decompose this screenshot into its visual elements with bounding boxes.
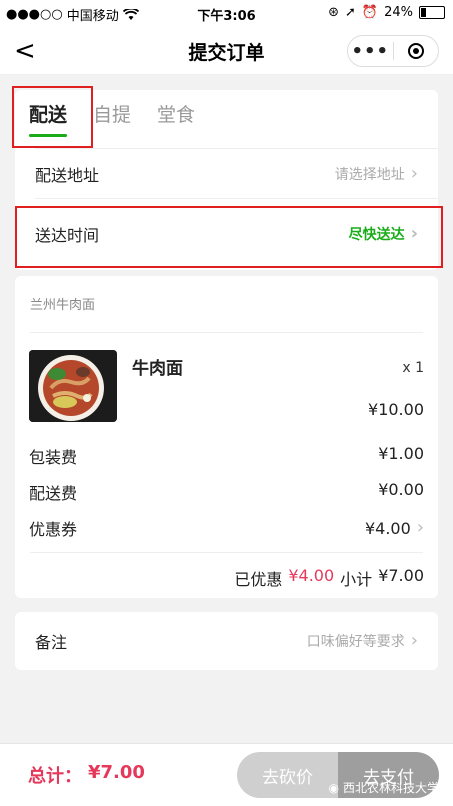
- menu-capsule: •••: [347, 35, 439, 67]
- battery-percent: 24%: [384, 5, 413, 20]
- divider: [30, 552, 423, 553]
- target-icon: [407, 43, 424, 59]
- remark-card: 备注 口味偏好等要求 ›: [15, 612, 438, 670]
- divider: [35, 198, 438, 199]
- coupon-row[interactable]: 优惠券 ¥4.00 ›: [29, 516, 424, 540]
- wechat-logo-icon: ◉: [328, 780, 339, 795]
- coupon-label: 优惠券: [29, 520, 78, 539]
- chevron-right-icon: ›: [416, 517, 424, 538]
- tab-dine-in[interactable]: 堂食: [157, 100, 195, 137]
- discount-amount: ¥4.00: [288, 566, 335, 585]
- delivery-fee-row: 配送费 ¥0.00: [29, 480, 424, 504]
- tab-pickup[interactable]: 自提: [93, 100, 131, 137]
- subtotal-amount: ¥7.00: [378, 566, 424, 585]
- remark-value: 口味偏好等要求 ›: [307, 631, 418, 651]
- checkout-bar: 总计： ¥7.00 去砍价 去支付 ◉ 西北农林科技大学: [0, 743, 453, 806]
- close-miniprogram-button[interactable]: [394, 43, 439, 59]
- order-summary: 已优惠 ¥4.00 小计 ¥7.00: [234, 566, 424, 590]
- status-bar: ●●●○○ 中国移动 下午3:06 ⊛ ➚ ⏰ 24%: [0, 0, 453, 26]
- delivery-time-text: 尽快送达: [348, 227, 405, 243]
- address-row[interactable]: 配送地址 请选择地址 ›: [35, 162, 418, 186]
- item-name: 牛肉面: [132, 359, 183, 379]
- chevron-right-icon: ›: [410, 630, 418, 651]
- divider: [30, 332, 423, 333]
- packaging-fee-label: 包装费: [29, 448, 78, 467]
- rotation-lock-icon: ⊛: [328, 5, 339, 20]
- watermark: ◉ 西北农林科技大学: [329, 779, 440, 796]
- product-image: [29, 350, 117, 422]
- more-menu-button[interactable]: •••: [348, 41, 393, 62]
- shop-name: 兰州牛肉面: [30, 298, 96, 313]
- order-total: 总计： ¥7.00: [28, 762, 145, 788]
- delivery-time-row[interactable]: 送达时间 尽快送达 ›: [35, 222, 418, 246]
- battery-icon: [419, 6, 445, 19]
- subtotal-label: 小计: [340, 570, 373, 589]
- tab-delivery[interactable]: 配送: [29, 100, 68, 137]
- delivery-fee-amount: ¥0.00: [378, 480, 424, 499]
- delivery-mode-tabs: 配送 自提 堂食: [29, 100, 195, 137]
- delivery-time-value: 尽快送达 ›: [349, 224, 418, 244]
- remark-placeholder: 口味偏好等要求: [306, 634, 405, 650]
- packaging-fee-amount: ¥1.00: [378, 444, 424, 463]
- address-label: 配送地址: [35, 166, 100, 185]
- delivery-fee-label: 配送费: [29, 484, 78, 503]
- coupon-amount: ¥4.00: [364, 518, 411, 538]
- location-icon: ➚: [345, 5, 356, 20]
- chevron-right-icon: ›: [410, 163, 418, 184]
- chevron-right-icon: ›: [410, 223, 418, 244]
- item-price: ¥10.00: [368, 400, 424, 419]
- address-value: 请选择地址 ›: [335, 164, 418, 184]
- watermark-text: 西北农林科技大学: [342, 781, 439, 795]
- remark-label: 备注: [35, 633, 68, 652]
- delivery-card: 配送 自提 堂食 配送地址 请选择地址 › 送达时间 尽快送达 ›: [15, 90, 438, 270]
- alarm-icon: ⏰: [361, 5, 379, 20]
- bargain-button[interactable]: 去砍价: [237, 752, 338, 798]
- total-label: 总计：: [28, 766, 82, 787]
- discount-label: 已优惠: [234, 570, 283, 589]
- delivery-time-label: 送达时间: [35, 226, 100, 245]
- item-quantity: x 1: [402, 360, 424, 376]
- divider: [35, 148, 438, 149]
- order-card: 兰州牛肉面 牛肉面 x 1 ¥10.00 包装费 ¥1.00 配送费 ¥0.00…: [15, 276, 438, 598]
- address-placeholder: 请选择地址: [334, 167, 405, 183]
- remark-row[interactable]: 备注 口味偏好等要求 ›: [35, 629, 418, 653]
- coupon-value: ¥4.00 ›: [365, 516, 424, 540]
- packaging-fee-row: 包装费 ¥1.00: [29, 444, 424, 468]
- total-amount: ¥7.00: [88, 762, 145, 783]
- nav-bar: < 提交订单 •••: [0, 26, 453, 75]
